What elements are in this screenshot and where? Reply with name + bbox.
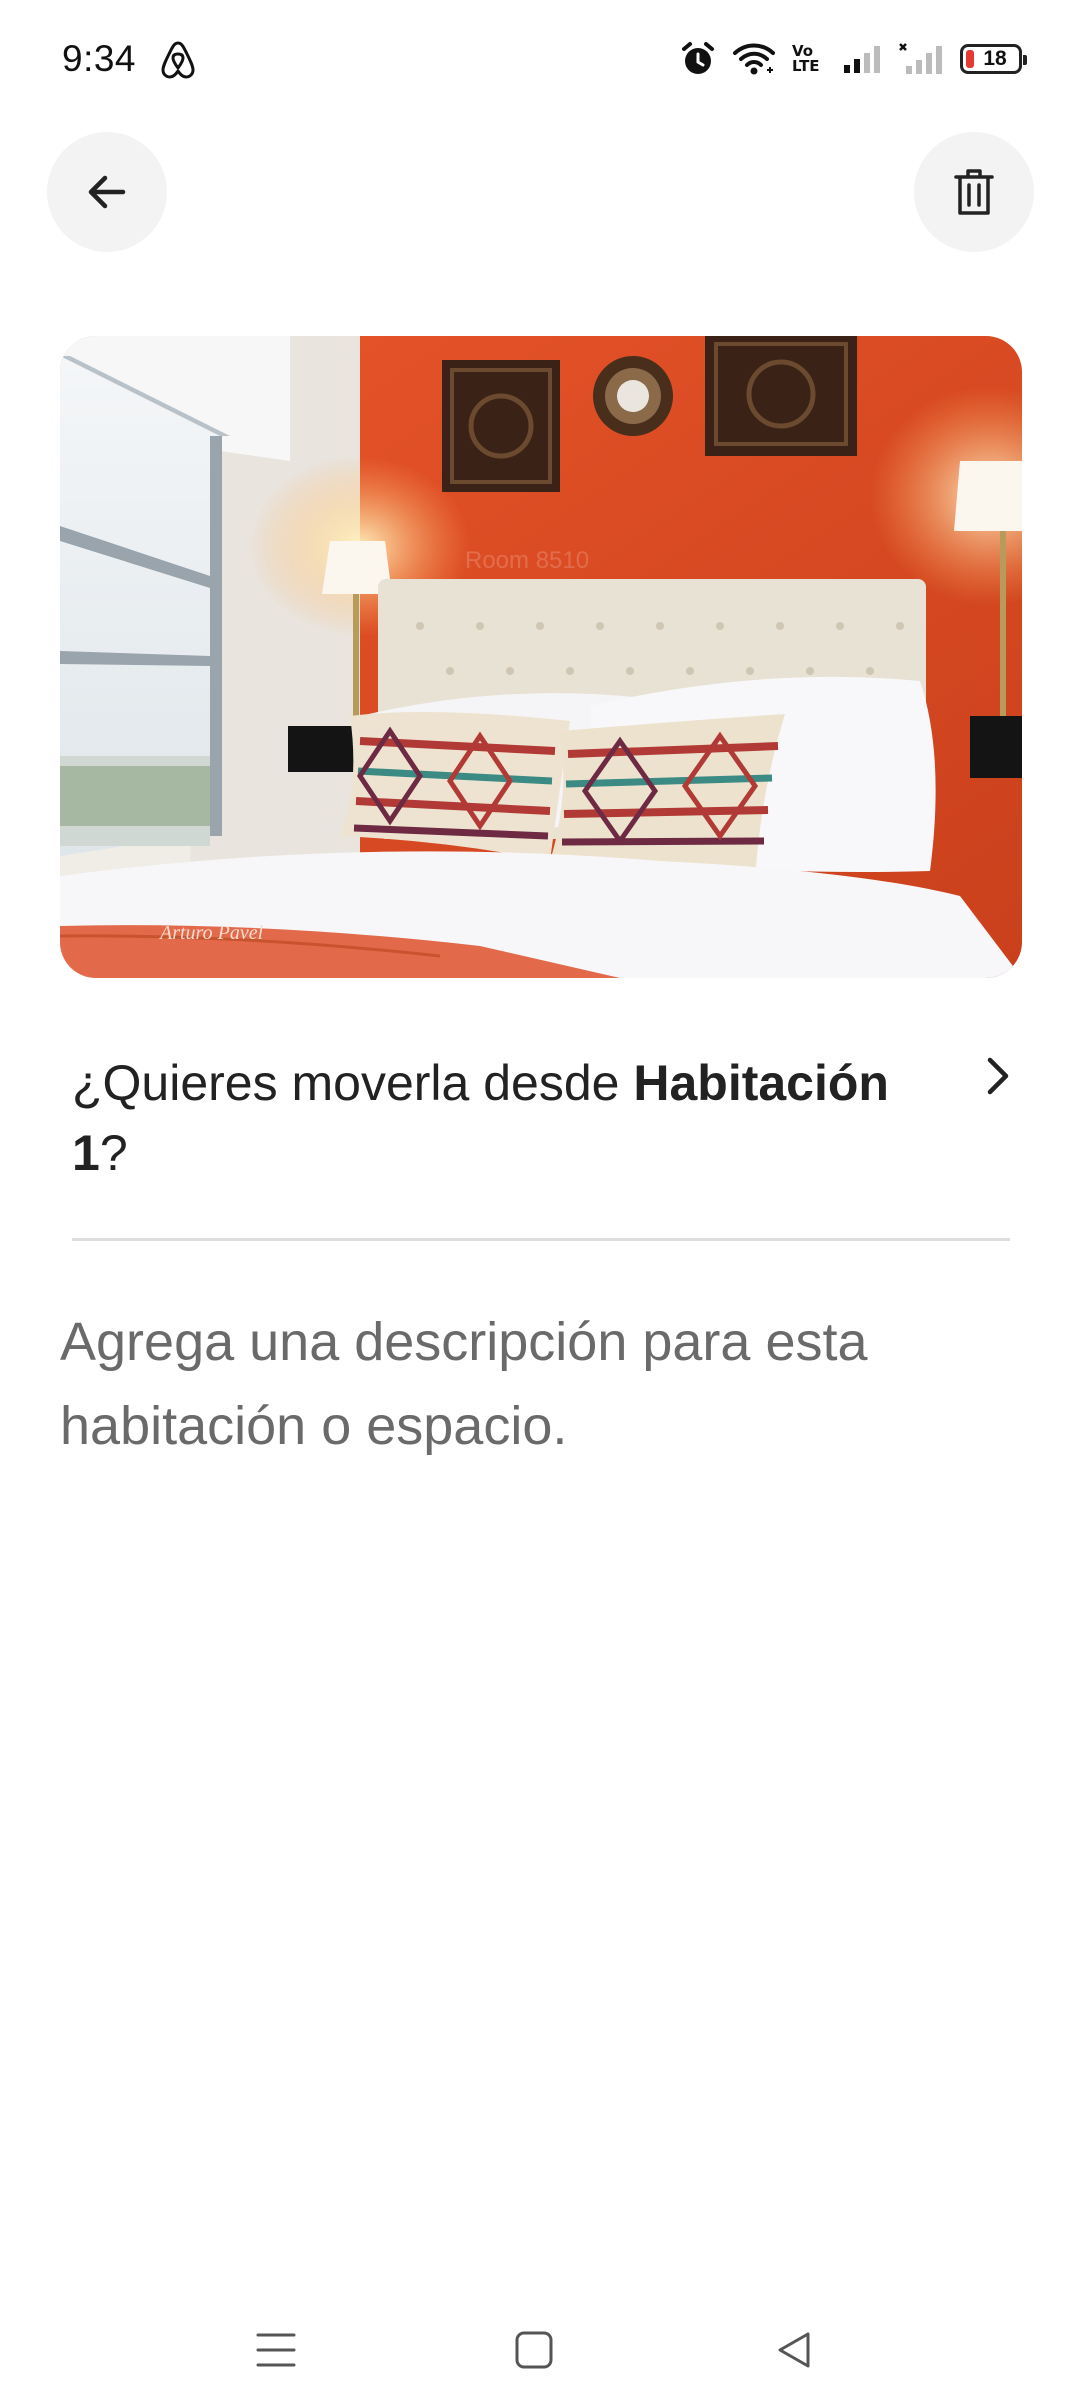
move-room-suffix: ? [99, 1125, 128, 1181]
description-input[interactable]: Agrega una descripción para esta habitac… [60, 1300, 1020, 1468]
photo-signature-watermark: Arturo Pavel [158, 922, 264, 944]
photo-room-watermark: Room 8510 [465, 547, 589, 574]
home-square-icon [515, 2331, 553, 2369]
trash-icon [954, 169, 994, 215]
wifi-icon [733, 43, 775, 75]
menu-icon [256, 2333, 296, 2367]
chevron-right-icon [987, 1057, 1009, 1095]
room-photo-image: Arturo Pavel Room 8510 [60, 336, 1022, 978]
alarm-icon [682, 42, 714, 74]
status-icons: Vo LTE 18 [680, 36, 1027, 82]
status-time: 9:34 [62, 38, 137, 79]
room-photo[interactable]: Arturo Pavel Room 8510 [60, 336, 1022, 978]
move-room-row[interactable]: ¿Quieres moverla desde Habitación 1? [72, 1048, 1020, 1198]
battery-icon: 18 [960, 44, 1027, 74]
delete-button[interactable] [914, 132, 1034, 252]
screen: 9:34 Vo LTE 18 Arturo Pavel Room 8510 ¿Q… [0, 0, 1080, 2400]
volte-bottom-label: LTE [792, 57, 820, 75]
battery-level [966, 50, 974, 68]
nav-recents-button[interactable] [246, 2320, 306, 2380]
arrow-left-icon [88, 175, 126, 209]
signal-icon [844, 46, 880, 73]
nav-home-button[interactable] [504, 2320, 564, 2380]
divider [72, 1238, 1010, 1241]
airbnb-icon [161, 41, 195, 79]
nav-back-button[interactable] [764, 2320, 824, 2380]
signal-no-service-icon [899, 43, 942, 74]
status-bar: 9:34 Vo LTE 18 [0, 0, 1080, 120]
move-room-prefix: ¿Quieres moverla desde [72, 1055, 634, 1111]
system-nav-bar [0, 2290, 1080, 2400]
back-button[interactable] [47, 132, 167, 252]
volte-icon: Vo LTE [792, 44, 826, 74]
battery-text: 18 [983, 47, 1007, 70]
back-triangle-icon [778, 2332, 810, 2368]
move-room-text: ¿Quieres moverla desde Habitación 1? [72, 1048, 892, 1188]
